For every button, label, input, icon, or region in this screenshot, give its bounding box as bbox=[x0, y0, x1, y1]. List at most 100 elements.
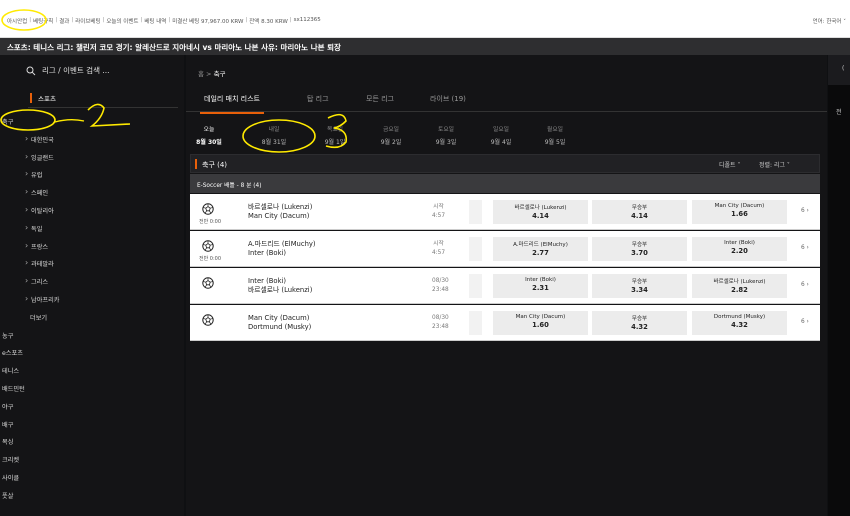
language-selector[interactable]: 언어: 한국어 ˅ bbox=[813, 17, 846, 25]
stats-button[interactable] bbox=[469, 274, 482, 298]
match-status: 시작 4:57 bbox=[432, 203, 445, 221]
odds-label: 무승부 bbox=[631, 205, 648, 211]
more-markets-link[interactable]: 6 › bbox=[801, 245, 809, 251]
default-dropdown[interactable]: 디폴트 ˅ bbox=[719, 160, 740, 169]
odds-value: 2.82 bbox=[731, 286, 748, 294]
day-tab[interactable]: 토요일 9월 3일 bbox=[436, 124, 457, 146]
day-date: 9월 3일 bbox=[435, 139, 457, 146]
sidebar-item[interactable]: 유럽 bbox=[25, 169, 43, 179]
sidebar-item[interactable]: 이탈리아 bbox=[25, 205, 54, 215]
top-link[interactable]: 베팅규칙 bbox=[33, 17, 53, 25]
day-tab[interactable]: 목요일 9월 1일 bbox=[325, 124, 346, 146]
sidebar-item[interactable]: 남아프리카 bbox=[25, 294, 60, 304]
match-teams[interactable]: Man City (Dacum) Dortmund (Musky) bbox=[248, 314, 311, 332]
search-placeholder: 리그 / 이벤트 검색 ... bbox=[42, 66, 110, 75]
top-link[interactable]: 오늘의 이벤트 bbox=[106, 17, 138, 25]
sidebar-item[interactable]: 프랑스 bbox=[25, 241, 48, 251]
sidebar-item[interactable]: 농구 bbox=[2, 331, 13, 340]
top-link[interactable]: sx112365 bbox=[294, 17, 321, 25]
tab-live[interactable]: 라이브 (19) bbox=[430, 94, 466, 104]
odds-value: 2.20 bbox=[731, 247, 748, 255]
odds-home-button[interactable]: A.마드리드 (ElMuchy) 2.77 bbox=[493, 237, 588, 261]
sidebar-item[interactable]: 그리스 bbox=[25, 276, 48, 286]
sort-dropdown[interactable]: 정렬: 리그 ˅ bbox=[759, 160, 790, 169]
away-team: Dortmund (Musky) bbox=[248, 323, 312, 331]
odds-draw-button[interactable]: 무승부 4.32 bbox=[592, 311, 687, 335]
sidebar-item[interactable]: 배구 bbox=[2, 420, 13, 429]
day-tab[interactable]: 금요일 9월 2일 bbox=[381, 124, 402, 146]
match-row[interactable]: 전반 0:00 바르셀로나 (Lukenzi) Man City (Dacum) 시작… bbox=[190, 194, 820, 230]
stats-button[interactable] bbox=[469, 311, 482, 335]
sidebar-item[interactable]: 복싱 bbox=[2, 437, 13, 446]
top-links: 아시안컵 | 베팅규칙 | 결과 | 라이브베팅 | 오늘의 이벤트 | 베팅 내역 | 미결산 베팅 … bbox=[7, 17, 321, 25]
match-row[interactable]: Man City (Dacum) Dortmund (Musky) 08/30 23:… bbox=[190, 305, 820, 341]
sidebar-item[interactable]: 스페인 bbox=[25, 187, 48, 197]
odds-away-button[interactable]: Man City (Dacum) 1.66 bbox=[692, 200, 787, 224]
odds-away-button[interactable]: 바르셀로나 (Lukenzi) 2.82 bbox=[692, 274, 787, 298]
tab-top-league[interactable]: 탑 리그 bbox=[307, 94, 329, 104]
section-header: 축구 (4) 디폴트 ˅ 정렬: 리그 ˅ bbox=[190, 154, 820, 173]
home-team: Inter (Boki) bbox=[248, 277, 287, 285]
sidebar-item[interactable]: 사이클 bbox=[2, 473, 19, 482]
odds-draw-button[interactable]: 무승부 3.34 bbox=[592, 274, 687, 298]
sidebar-item[interactable]: e스포츠 bbox=[2, 348, 23, 357]
match-teams[interactable]: Inter (Boki) 바르셀로나 (Lukenzi) bbox=[248, 277, 312, 295]
stats-button[interactable] bbox=[469, 237, 482, 261]
match-row[interactable]: 전반 0:00 A.마드리드 (ElMuchy) Inter (Boki) 시작 4:5… bbox=[190, 231, 820, 267]
odds-label: 무승부 bbox=[631, 242, 648, 248]
top-link[interactable]: 라이브베팅 bbox=[75, 17, 100, 25]
sidebar-item[interactable]: 테니스 bbox=[2, 366, 19, 375]
match-notice-bar: 스포츠: 테니스 리그: 챌린저 코모 경기: 알레산드로 지아네시 vs 마리… bbox=[0, 38, 850, 55]
odds-home-button[interactable]: 바르셀로나 (Lukenzi) 4.14 bbox=[493, 200, 588, 224]
day-name: 목요일 bbox=[327, 127, 343, 133]
more-markets-link[interactable]: 6 › bbox=[801, 319, 809, 325]
tab-daily[interactable]: 데일리 매치 리스트 bbox=[200, 94, 264, 114]
day-tab[interactable]: 오늘 8월 30일 bbox=[196, 124, 222, 146]
search-input[interactable]: 리그 / 이벤트 검색 ... bbox=[26, 65, 176, 76]
sidebar-item[interactable]: 크리켓 bbox=[2, 455, 19, 464]
more-markets-link[interactable]: 6 › bbox=[801, 282, 809, 288]
odds-home-button[interactable]: Man City (Dacum) 1.60 bbox=[493, 311, 588, 335]
sidebar-item[interactable]: 축구 bbox=[2, 117, 13, 126]
match-row[interactable]: Inter (Boki) 바르셀로나 (Lukenzi) 08/30 23:48 Int… bbox=[190, 268, 820, 304]
top-link[interactable]: 잔액 8.30 KRW bbox=[249, 17, 288, 25]
sidebar-item[interactable]: 과테말라 bbox=[25, 258, 54, 268]
day-date: 8월 31일 bbox=[261, 139, 287, 146]
sidebar-item[interactable]: 배드민턴 bbox=[2, 384, 25, 393]
day-tab[interactable]: 월요일 9월 5일 bbox=[545, 124, 566, 146]
odds-away-button[interactable]: Inter (Boki) 2.20 bbox=[692, 237, 787, 261]
soccer-ball-icon bbox=[202, 277, 214, 289]
status-line-1: 08/30 bbox=[432, 278, 449, 284]
top-link[interactable]: 결과 bbox=[59, 17, 69, 25]
match-teams[interactable]: 바르셀로나 (Lukenzi) Man City (Dacum) bbox=[248, 203, 312, 221]
tab-all-leagues[interactable]: 모든 리그 bbox=[366, 94, 394, 104]
sidebar-item[interactable]: 풋살 bbox=[2, 491, 13, 500]
odds-home-button[interactable]: Inter (Boki) 2.31 bbox=[493, 274, 588, 298]
sidebar-item[interactable]: 대한민국 bbox=[25, 134, 54, 144]
match-teams[interactable]: A.마드리드 (ElMuchy) Inter (Boki) bbox=[248, 240, 316, 258]
day-tab[interactable]: 일요일 9월 4일 bbox=[491, 124, 512, 146]
top-link[interactable]: 아시안컵 bbox=[7, 17, 27, 25]
status-line-2: 4:57 bbox=[432, 213, 446, 219]
odds-label: Inter (Boki) bbox=[724, 240, 755, 246]
sidebar-item[interactable]: 야구 bbox=[2, 402, 13, 411]
sidebar-item[interactable]: 독일 bbox=[25, 223, 43, 233]
day-name: 토요일 bbox=[438, 127, 454, 133]
day-tab[interactable]: 내일 8월 31일 bbox=[262, 124, 286, 146]
breadcrumb-home[interactable]: 홈 > bbox=[198, 70, 214, 78]
top-link[interactable]: 베팅 내역 bbox=[144, 17, 166, 25]
odds-label: A.마드리드 (ElMuchy) bbox=[513, 242, 568, 248]
odds-label: 바르셀로나 (Lukenzi) bbox=[514, 205, 567, 211]
odds-away-button[interactable]: Dortmund (Musky) 4.32 bbox=[692, 311, 787, 335]
right-panel: ( 전 bbox=[828, 55, 850, 516]
odds-draw-button[interactable]: 무승부 3.70 bbox=[592, 237, 687, 261]
sidebar-item[interactable]: 더보기 bbox=[30, 313, 47, 322]
stats-button[interactable] bbox=[469, 200, 482, 224]
odds-draw-button[interactable]: 무승부 4.14 bbox=[592, 200, 687, 224]
divider bbox=[28, 107, 178, 108]
sidebar-item[interactable]: 잉글랜드 bbox=[25, 152, 54, 162]
top-link[interactable]: 미결산 베팅 97,967.00 KRW bbox=[172, 17, 243, 25]
search-icon bbox=[26, 66, 36, 75]
status-line-1: 시작 bbox=[433, 241, 444, 247]
more-markets-link[interactable]: 6 › bbox=[801, 208, 809, 214]
